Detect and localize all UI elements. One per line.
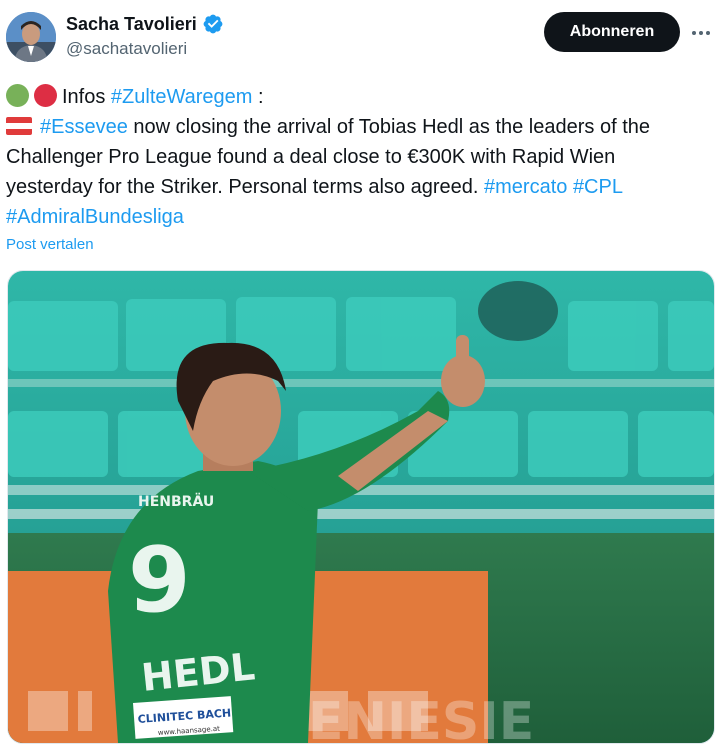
- tweet-line-4: yesterday for the Striker. Personal term…: [6, 172, 718, 202]
- hashtag-link[interactable]: #CPL: [573, 176, 623, 198]
- tweet-text-segment: :: [252, 86, 264, 108]
- jersey-sponsor-top: HENBRÄU: [138, 493, 214, 510]
- hashtag-link[interactable]: #Essevee: [40, 116, 128, 138]
- tweet-line-5: #AdmiralBundesliga: [6, 202, 718, 232]
- tweet-line-2: #Essevee now closing the arrival of Tobi…: [6, 112, 718, 142]
- follow-button[interactable]: Abonneren: [544, 12, 680, 52]
- green-circle-icon: [6, 84, 29, 107]
- jersey-number: 9: [128, 528, 191, 633]
- tweet-line-3: Challenger Pro League found a deal close…: [6, 146, 616, 168]
- more-options-icon[interactable]: [688, 20, 714, 46]
- tweet-line-1: Infos #ZulteWaregem :: [6, 82, 718, 112]
- tweet-text-segment: now closing the arrival of Tobias Hedl a…: [127, 116, 650, 138]
- hashtag-link[interactable]: #AdmiralBundesliga: [6, 206, 184, 228]
- author-name-text[interactable]: Sacha Tavolieri: [66, 14, 197, 35]
- hashtag-link[interactable]: #ZulteWaregem: [111, 86, 253, 108]
- tweet-text-segment: Infos: [62, 86, 111, 108]
- author-avatar[interactable]: [6, 12, 56, 62]
- author-handle[interactable]: @sachatavolieri: [66, 39, 187, 59]
- tweet-media-photo[interactable]: 9 HEDL HENBRÄU CLINITEC BACH www.haansag…: [7, 270, 715, 744]
- person-avatar-icon: [6, 12, 56, 62]
- verified-badge-icon: [203, 14, 223, 34]
- author-name[interactable]: Sacha Tavolieri: [66, 13, 224, 35]
- austria-flag-icon: [6, 117, 32, 135]
- tweet-text: Infos #ZulteWaregem : #Essevee now closi…: [6, 82, 718, 232]
- red-circle-icon: [34, 84, 57, 107]
- translate-post-link[interactable]: Post vertalen: [6, 236, 94, 253]
- tweet-text-segment: yesterday for the Striker. Personal term…: [6, 176, 484, 198]
- football-player-photo: 9 HEDL HENBRÄU CLINITEC BACH www.haansag…: [8, 271, 714, 743]
- ad-board-text: ENIESIE: [308, 692, 534, 743]
- hashtag-link[interactable]: #mercato: [484, 176, 567, 198]
